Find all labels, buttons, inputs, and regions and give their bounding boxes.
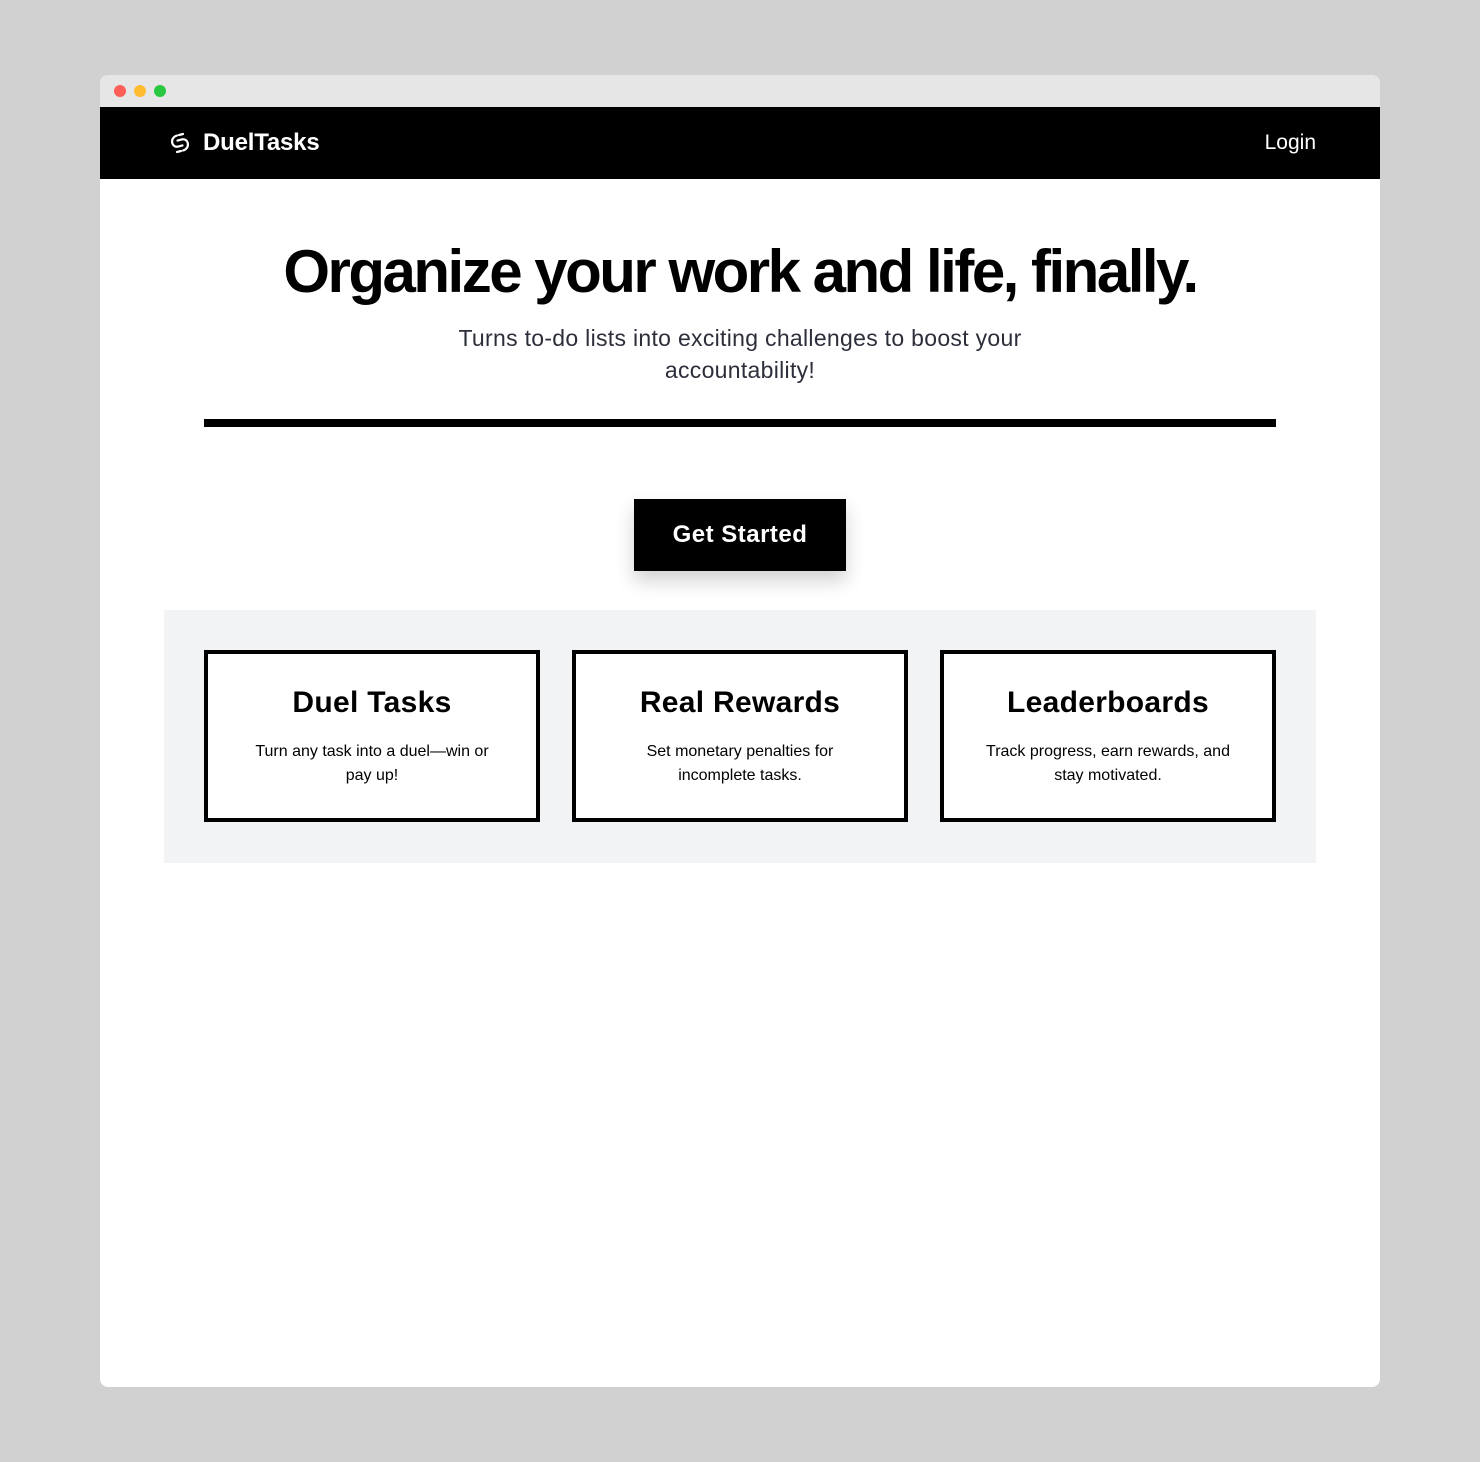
brand-logo-link[interactable]: DuelTasks [168, 107, 320, 179]
get-started-button[interactable]: Get Started [634, 499, 846, 571]
feature-card-leaderboards: Leaderboards Track progress, earn reward… [940, 650, 1276, 822]
brand-name: DuelTasks [203, 129, 320, 156]
feature-title: Duel Tasks [292, 686, 452, 719]
close-window-button[interactable] [114, 85, 126, 97]
minimize-window-button[interactable] [134, 85, 146, 97]
feature-description: Turn any task into a duel—win or pay up! [255, 743, 489, 784]
feature-card-real-rewards: Real Rewards Set monetary penalties for … [572, 650, 908, 822]
linked-swirl-logo-icon [168, 131, 192, 155]
login-link[interactable]: Login [1265, 107, 1316, 179]
section-divider [204, 419, 1276, 427]
feature-description: Set monetary penalties for incomplete ta… [646, 743, 834, 784]
feature-title: Leaderboards [1007, 686, 1209, 719]
maximize-window-button[interactable] [154, 85, 166, 97]
browser-window: DuelTasks Login Organize your work and l… [100, 75, 1380, 1387]
top-navbar: DuelTasks Login [100, 107, 1380, 179]
hero-subtitle: Turns to-do lists into exciting challeng… [458, 325, 1022, 383]
hero-title: Organize your work and life, finally. [283, 238, 1199, 305]
feature-title: Real Rewards [639, 686, 841, 719]
window-titlebar [100, 75, 1380, 107]
feature-description: Track progress, earn rewards, and stay m… [986, 743, 1230, 784]
features-section: Duel Tasks Turn any task into a duel—win… [164, 610, 1316, 863]
feature-card-duel-tasks: Duel Tasks Turn any task into a duel—win… [204, 650, 540, 822]
